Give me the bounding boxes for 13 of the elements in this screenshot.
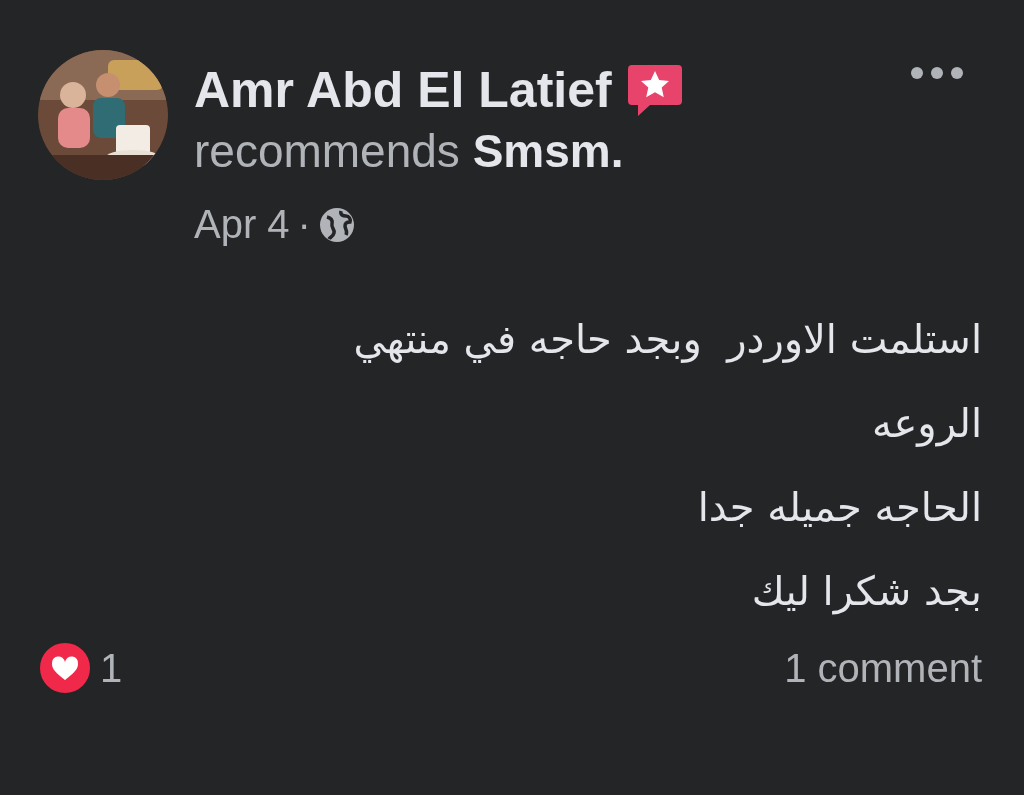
separator-dot: · <box>297 202 311 247</box>
post-text-line: بجد شكرا ليك <box>750 567 982 617</box>
post-date[interactable]: Apr 4 <box>194 202 290 247</box>
comments-link[interactable]: 1 comment <box>784 645 984 691</box>
author-name[interactable]: Amr Abd El Latief <box>194 61 612 119</box>
heart-reaction-icon[interactable] <box>38 641 92 695</box>
recommendation-text: recommends Smsm. <box>194 124 625 178</box>
more-options-icon[interactable] <box>910 66 964 80</box>
post-text-line: الحاجه جميله جدا <box>696 483 982 532</box>
reaction-count[interactable]: 1 <box>100 645 123 691</box>
post-text-line: الروعه <box>871 399 982 449</box>
globe-icon <box>318 206 355 243</box>
post-text-line: استلمت الاوردر وبجد حاجه في منتهي <box>352 315 982 365</box>
